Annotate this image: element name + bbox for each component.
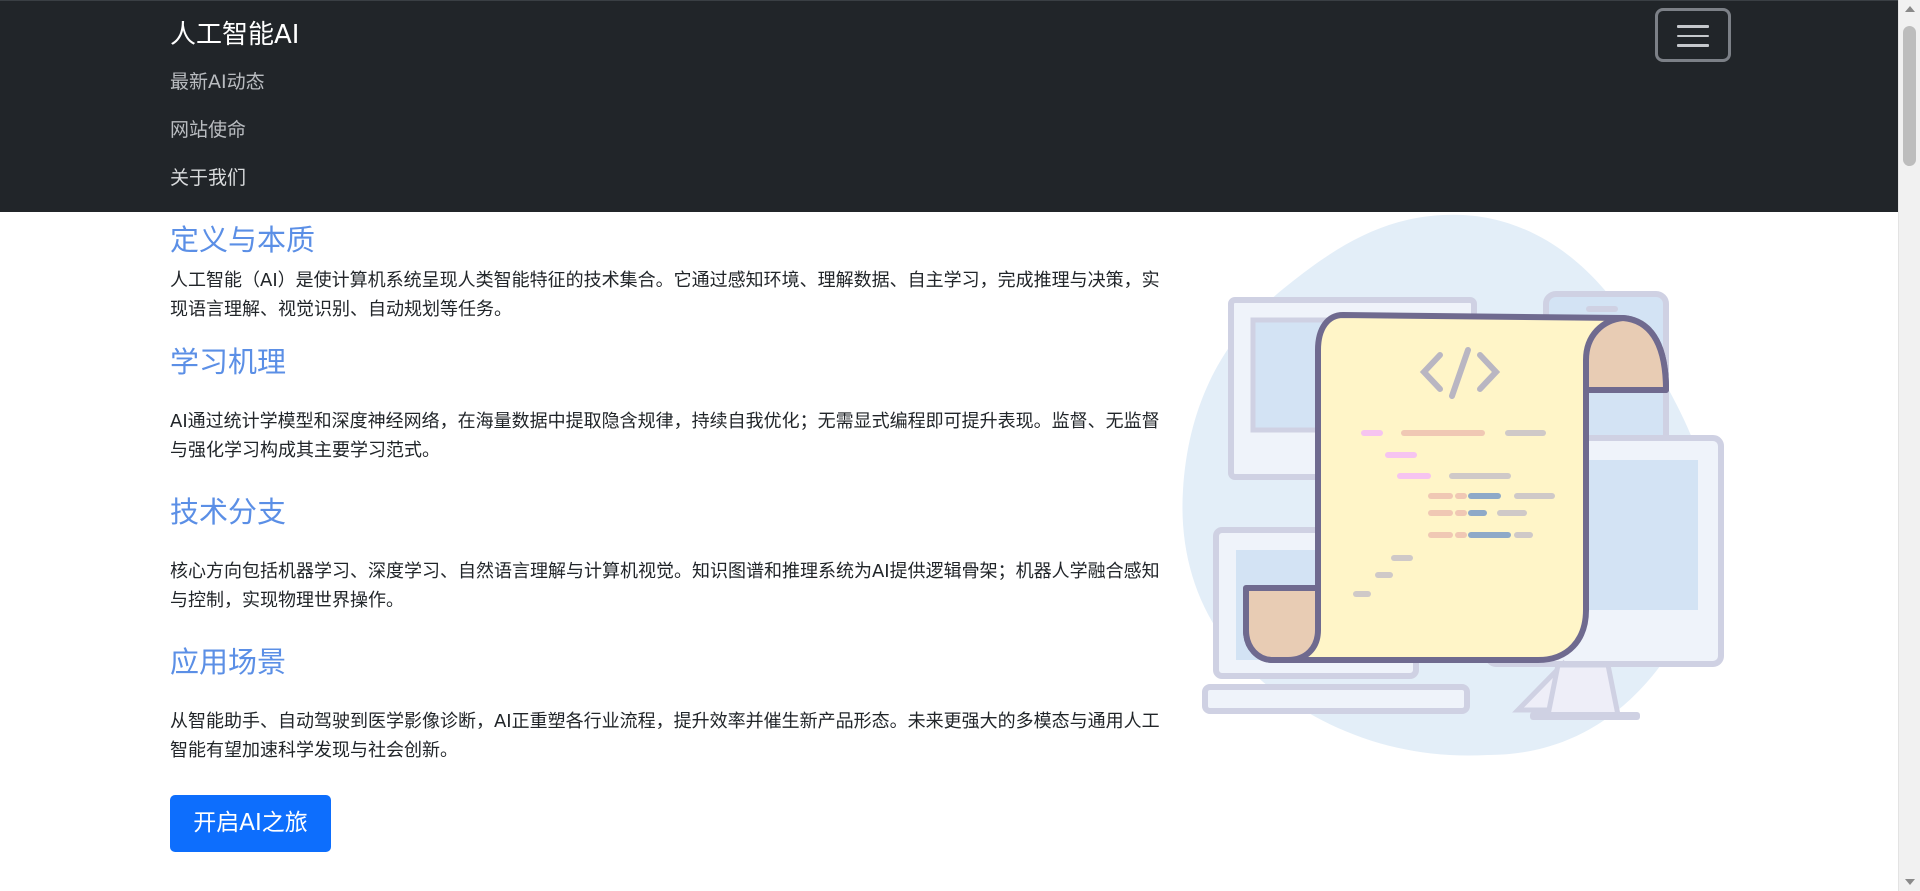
section-title-learning: 学习机理 (170, 345, 287, 379)
section-text-learning: AI通过统计学模型和深度神经网络，在海量数据中提取隐含规律，持续自我优化；无需显… (170, 411, 1160, 461)
vertical-scrollbar[interactable] (1898, 0, 1920, 891)
nav-link-mission[interactable]: 网站使命 (170, 113, 265, 161)
brand-logo[interactable]: 人工智能AI (170, 17, 299, 53)
scroll-down-icon[interactable] (1905, 879, 1915, 885)
nav-link-latest-news[interactable]: 最新AI动态 (170, 65, 265, 113)
nav-links: 最新AI动态 网站使命 关于我们 (170, 65, 265, 209)
section-text-branches: 核心方向包括机器学习、深度学习、自然语言理解与计算机视觉。知识图谱和推理系统为A… (170, 561, 1160, 611)
top-navbar: 人工智能AI 最新AI动态 网站使命 关于我们 (0, 0, 1898, 212)
section-text-definition: 人工智能（AI）是使计算机系统呈现人类智能特征的技术集合。它通过感知环境、理解数… (170, 270, 1160, 320)
navbar-toggler-button[interactable] (1655, 8, 1731, 62)
scroll-thumb[interactable] (1903, 26, 1916, 166)
hamburger-icon (1677, 25, 1709, 47)
section-title-definition: 定义与本质 (170, 223, 316, 257)
nav-link-about-us[interactable]: 关于我们 (170, 161, 265, 209)
section-title-applications: 应用场景 (170, 645, 287, 679)
start-ai-journey-button[interactable]: 开启AI之旅 (170, 795, 331, 852)
scroll-up-icon[interactable] (1905, 6, 1915, 12)
code-scroll-devices-illustration (1178, 210, 1728, 770)
section-title-branches: 技术分支 (170, 495, 287, 529)
illustration-svg (1182, 214, 1724, 756)
section-text-applications: 从智能助手、自动驾驶到医学影像诊断，AI正重塑各行业流程，提升效率并催生新产品形… (170, 711, 1160, 761)
